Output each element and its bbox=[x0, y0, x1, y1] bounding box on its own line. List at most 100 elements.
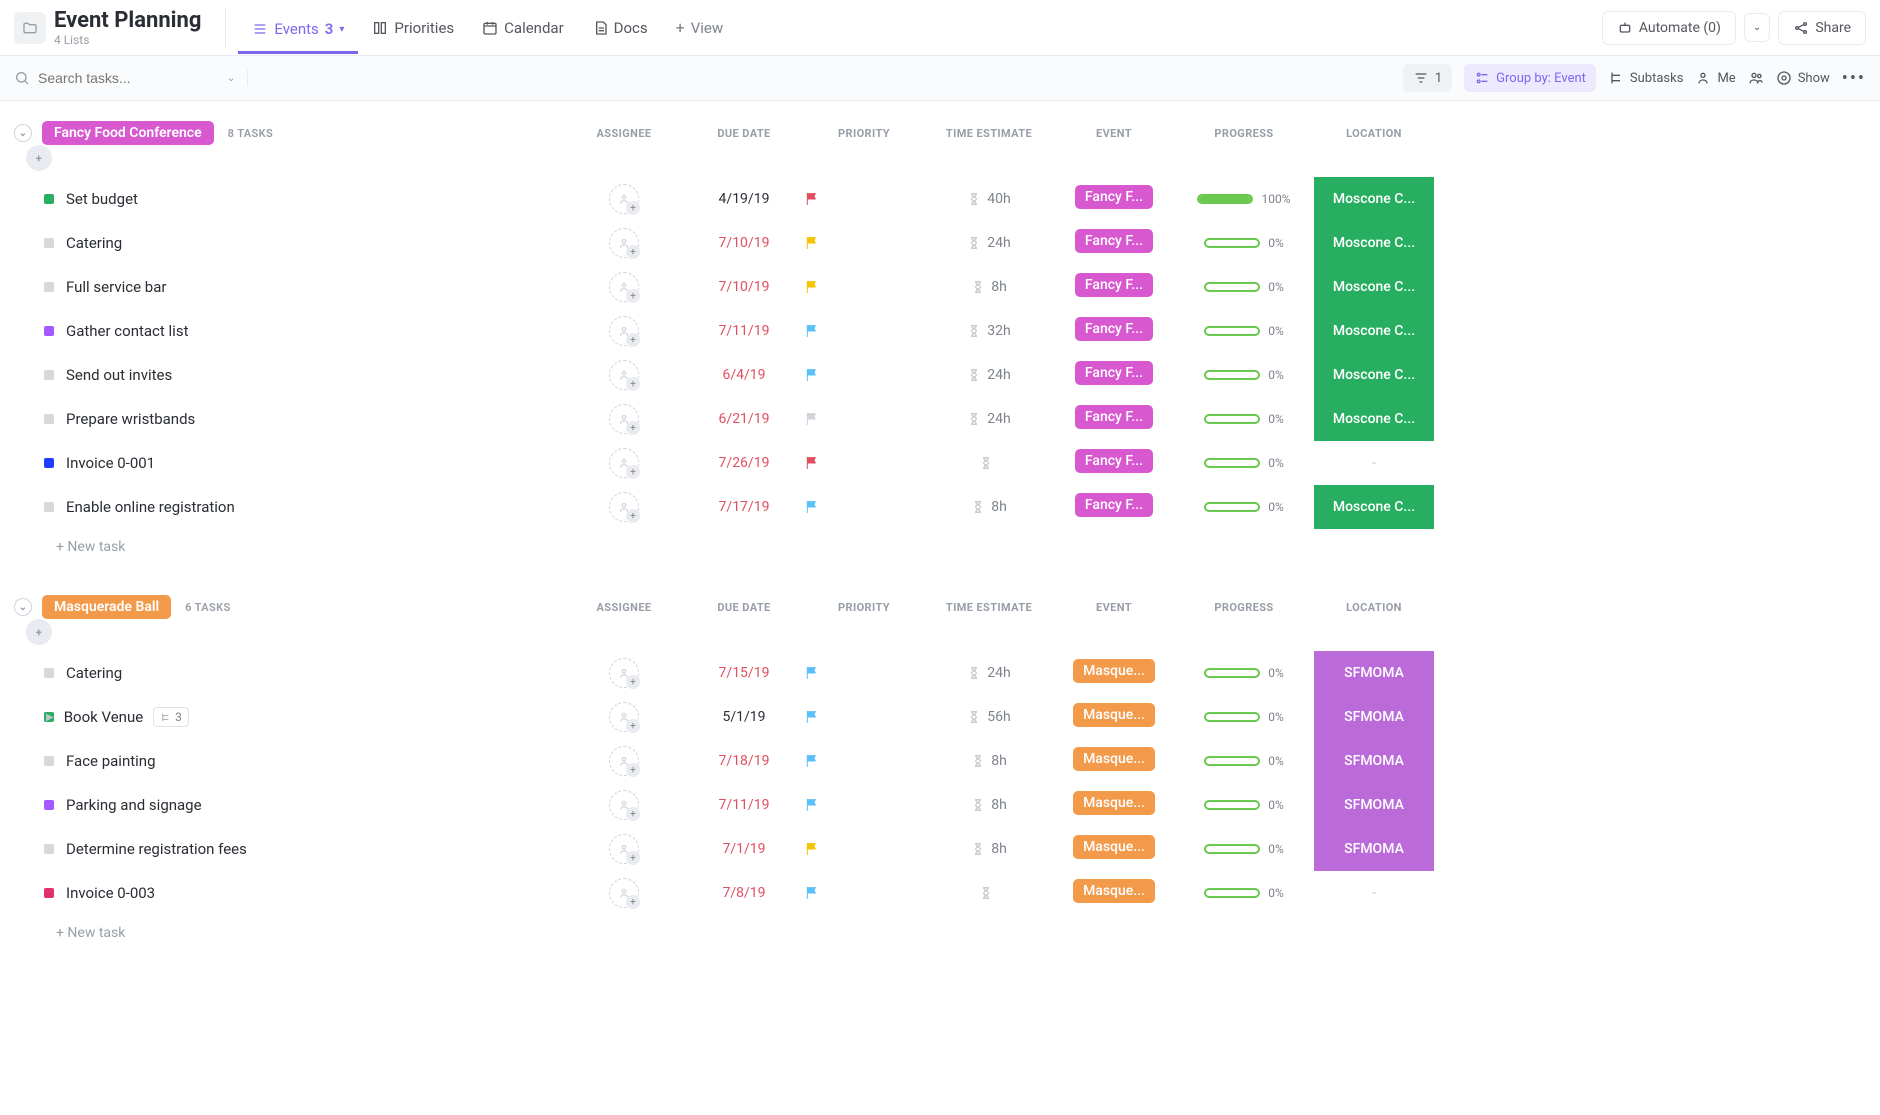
progress-cell[interactable]: 0% bbox=[1174, 798, 1314, 812]
progress-cell[interactable]: 0% bbox=[1174, 368, 1314, 382]
column-header[interactable]: TIME ESTIMATE bbox=[924, 601, 1054, 614]
priority-cell[interactable] bbox=[804, 191, 924, 207]
assignee-cell[interactable] bbox=[564, 878, 684, 908]
filter-chip[interactable]: 1 bbox=[1403, 64, 1452, 92]
time-estimate-cell[interactable]: 40h bbox=[924, 191, 1054, 207]
due-date-cell[interactable]: 7/1/19 bbox=[684, 841, 804, 857]
location-cell[interactable]: Moscone C... bbox=[1314, 265, 1434, 309]
expand-caret[interactable]: ▶ bbox=[46, 712, 54, 723]
column-header[interactable]: DUE DATE bbox=[684, 601, 804, 614]
show-toggle[interactable]: Show bbox=[1776, 70, 1830, 86]
collapse-toggle[interactable]: ⌄ bbox=[14, 124, 32, 142]
status-square[interactable] bbox=[44, 844, 54, 854]
time-estimate-cell[interactable]: 24h bbox=[924, 411, 1054, 427]
column-header[interactable]: TIME ESTIMATE bbox=[924, 127, 1054, 140]
task-row[interactable]: Determine registration fees 7/1/19 8h Ma… bbox=[0, 827, 1880, 871]
event-cell[interactable]: Masque... bbox=[1054, 791, 1174, 819]
task-row[interactable]: Send out invites 6/4/19 24h Fancy F... 0… bbox=[0, 353, 1880, 397]
priority-cell[interactable] bbox=[804, 709, 924, 725]
progress-cell[interactable]: 0% bbox=[1174, 412, 1314, 426]
event-cell[interactable]: Fancy F... bbox=[1054, 317, 1174, 345]
task-name[interactable]: Enable online registration bbox=[54, 498, 564, 516]
time-estimate-cell[interactable]: 24h bbox=[924, 367, 1054, 383]
assignee-cell[interactable] bbox=[564, 360, 684, 390]
task-name[interactable]: Invoice 0-003 bbox=[54, 884, 564, 902]
time-estimate-cell[interactable]: 24h bbox=[924, 665, 1054, 681]
location-cell[interactable]: SFMOMA bbox=[1314, 739, 1434, 783]
tab-events[interactable]: Events 3 ▾ bbox=[238, 10, 358, 54]
due-date-cell[interactable]: 7/26/19 bbox=[684, 455, 804, 471]
due-date-cell[interactable]: 7/11/19 bbox=[684, 797, 804, 813]
automate-button[interactable]: Automate (0) bbox=[1602, 11, 1736, 45]
status-square[interactable] bbox=[44, 326, 54, 336]
due-date-cell[interactable]: 7/10/19 bbox=[684, 279, 804, 295]
time-estimate-cell[interactable]: 8h bbox=[924, 499, 1054, 515]
task-name[interactable]: Set budget bbox=[54, 190, 564, 208]
groupby-chip[interactable]: Group by: Event bbox=[1464, 64, 1596, 92]
tab-docs[interactable]: Docs bbox=[578, 9, 662, 47]
task-row[interactable]: Invoice 0-001 7/26/19 Fancy F... 0% - bbox=[0, 441, 1880, 485]
group-label[interactable]: Masquerade Ball bbox=[42, 595, 171, 619]
assignee-cell[interactable] bbox=[564, 404, 684, 434]
priority-cell[interactable] bbox=[804, 753, 924, 769]
column-header[interactable]: ASSIGNEE bbox=[564, 601, 684, 614]
column-header[interactable]: PRIORITY bbox=[804, 127, 924, 140]
task-name[interactable]: Prepare wristbands bbox=[54, 410, 564, 428]
assignee-cell[interactable] bbox=[564, 834, 684, 864]
due-date-cell[interactable]: 6/4/19 bbox=[684, 367, 804, 383]
status-square[interactable] bbox=[44, 282, 54, 292]
time-estimate-cell[interactable]: 32h bbox=[924, 323, 1054, 339]
location-cell[interactable]: - bbox=[1314, 455, 1434, 471]
column-header[interactable]: EVENT bbox=[1054, 127, 1174, 140]
status-square[interactable] bbox=[44, 800, 54, 810]
progress-cell[interactable]: 0% bbox=[1174, 666, 1314, 680]
assignees-filter[interactable] bbox=[1748, 70, 1764, 86]
assignee-cell[interactable] bbox=[564, 184, 684, 214]
priority-cell[interactable] bbox=[804, 367, 924, 383]
add-column-button[interactable]: + bbox=[26, 145, 52, 171]
automate-dropdown[interactable]: ⌄ bbox=[1744, 13, 1770, 42]
due-date-cell[interactable]: 7/11/19 bbox=[684, 323, 804, 339]
status-square[interactable] bbox=[44, 194, 54, 204]
location-cell[interactable]: SFMOMA bbox=[1314, 827, 1434, 871]
collapse-toggle[interactable]: ⌄ bbox=[14, 598, 32, 616]
assignee-cell[interactable] bbox=[564, 228, 684, 258]
column-header[interactable]: LOCATION bbox=[1314, 601, 1434, 614]
me-filter[interactable]: Me bbox=[1695, 70, 1735, 86]
subtask-badge[interactable]: 3 bbox=[153, 707, 189, 727]
time-estimate-cell[interactable]: 8h bbox=[924, 797, 1054, 813]
assignee-cell[interactable] bbox=[564, 746, 684, 776]
due-date-cell[interactable]: 7/18/19 bbox=[684, 753, 804, 769]
due-date-cell[interactable]: 7/17/19 bbox=[684, 499, 804, 515]
priority-cell[interactable] bbox=[804, 323, 924, 339]
priority-cell[interactable] bbox=[804, 235, 924, 251]
event-cell[interactable]: Masque... bbox=[1054, 747, 1174, 775]
assignee-cell[interactable] bbox=[564, 316, 684, 346]
progress-cell[interactable]: 0% bbox=[1174, 886, 1314, 900]
tab-priorities[interactable]: Priorities bbox=[358, 9, 468, 47]
subtasks-toggle[interactable]: Subtasks bbox=[1608, 70, 1684, 86]
progress-cell[interactable]: 0% bbox=[1174, 710, 1314, 724]
priority-cell[interactable] bbox=[804, 885, 924, 901]
task-name[interactable]: Catering bbox=[54, 234, 564, 252]
location-cell[interactable]: Moscone C... bbox=[1314, 177, 1434, 221]
location-cell[interactable]: Moscone C... bbox=[1314, 397, 1434, 441]
task-name[interactable]: Catering bbox=[54, 664, 564, 682]
column-header[interactable]: PROGRESS bbox=[1174, 127, 1314, 140]
search-dropdown[interactable]: ⌄ bbox=[227, 73, 235, 84]
time-estimate-cell[interactable]: 24h bbox=[924, 235, 1054, 251]
assignee-cell[interactable] bbox=[564, 658, 684, 688]
assignee-cell[interactable] bbox=[564, 492, 684, 522]
due-date-cell[interactable]: 6/21/19 bbox=[684, 411, 804, 427]
event-cell[interactable]: Fancy F... bbox=[1054, 361, 1174, 389]
event-cell[interactable]: Masque... bbox=[1054, 879, 1174, 907]
location-cell[interactable]: Moscone C... bbox=[1314, 221, 1434, 265]
task-name[interactable]: ▶ Book Venue 3 bbox=[54, 707, 564, 727]
task-row[interactable]: Full service bar 7/10/19 8h Fancy F... 0… bbox=[0, 265, 1880, 309]
task-name[interactable]: Determine registration fees bbox=[54, 840, 564, 858]
status-square[interactable] bbox=[44, 370, 54, 380]
task-row[interactable]: Enable online registration 7/17/19 8h Fa… bbox=[0, 485, 1880, 529]
group-label[interactable]: Fancy Food Conference bbox=[42, 121, 214, 145]
task-name[interactable]: Gather contact list bbox=[54, 322, 564, 340]
priority-cell[interactable] bbox=[804, 279, 924, 295]
